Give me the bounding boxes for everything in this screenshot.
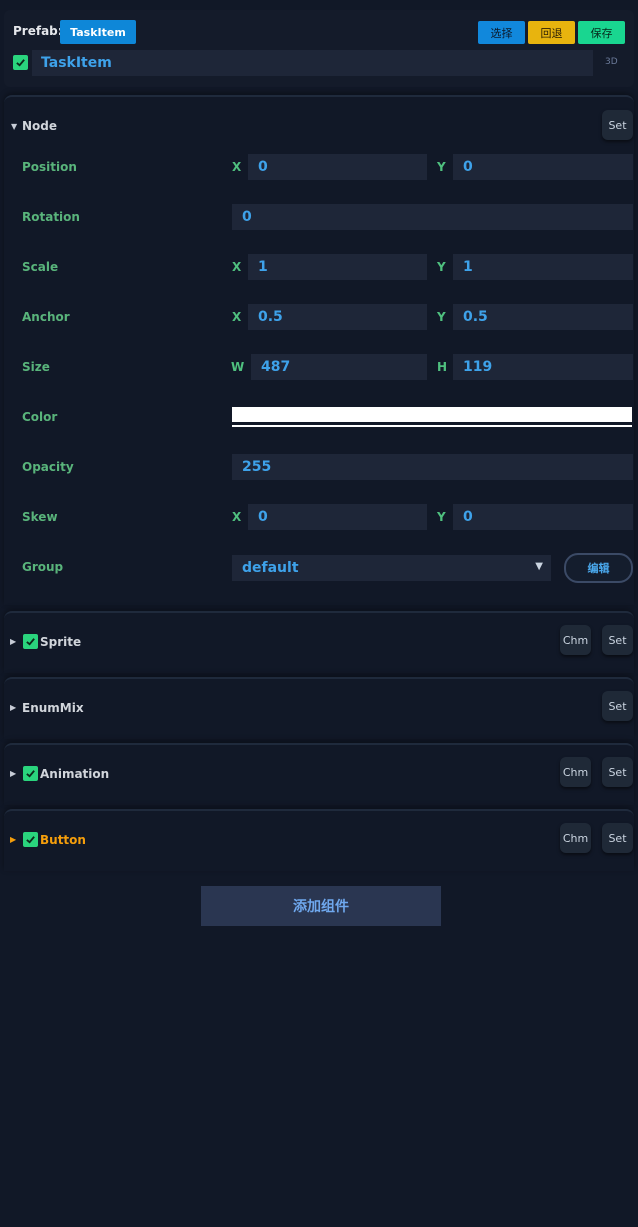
- size-w-input[interactable]: 487: [251, 354, 427, 380]
- size-h-input[interactable]: 119: [453, 354, 633, 380]
- size-h-axis: H: [437, 360, 448, 374]
- scale-x-input[interactable]: 1: [248, 254, 427, 280]
- anchor-x-axis: X: [232, 310, 242, 324]
- collapse-triangle-icon[interactable]: ▼: [11, 122, 17, 131]
- skew-y-input[interactable]: 0: [453, 504, 633, 530]
- scale-x-axis: X: [232, 260, 242, 274]
- opacity-input[interactable]: 255: [232, 454, 633, 480]
- scale-label: Scale: [22, 260, 59, 274]
- skew-y-axis: Y: [437, 510, 446, 524]
- enummix-set-button[interactable]: Set: [602, 691, 633, 721]
- anchor-y-input[interactable]: 0.5: [453, 304, 633, 330]
- enummix-title: EnumMix: [22, 701, 84, 715]
- animation-enabled-checkbox[interactable]: [23, 766, 38, 781]
- button-set-button[interactable]: Set: [602, 823, 633, 853]
- checkmark-icon: [26, 836, 35, 844]
- node-active-checkbox[interactable]: [13, 55, 28, 70]
- color-swatch[interactable]: [232, 407, 632, 422]
- checkmark-icon: [16, 59, 25, 67]
- size-w-axis: W: [231, 360, 245, 374]
- add-component-button[interactable]: 添加组件: [201, 886, 441, 926]
- component-panel-animation: ▶ Animation Chm Set: [4, 743, 634, 805]
- node-name-input[interactable]: TaskItem: [32, 50, 593, 76]
- prefab-header: Prefab: TaskItem 选择 回退 保存 TaskItem 3D: [4, 10, 634, 87]
- skew-label: Skew: [22, 510, 58, 524]
- color-label: Color: [22, 410, 58, 424]
- expand-triangle-icon[interactable]: ▶: [10, 703, 16, 712]
- rotation-label: Rotation: [22, 210, 80, 224]
- button-component-title: Button: [40, 833, 86, 847]
- prefab-label: Prefab:: [13, 24, 63, 38]
- sprite-chm-button[interactable]: Chm: [560, 625, 591, 655]
- group-edit-button[interactable]: 编辑: [564, 553, 633, 583]
- node-panel: ▼ Node Set Position X 0 Y 0 Rotation 0 S…: [4, 95, 634, 605]
- position-y-input[interactable]: 0: [453, 154, 633, 180]
- color-alpha-bar: [232, 425, 632, 427]
- node-set-button[interactable]: Set: [602, 110, 633, 140]
- expand-triangle-icon[interactable]: ▶: [10, 637, 16, 646]
- button-chm-button[interactable]: Chm: [560, 823, 591, 853]
- scale-y-axis: Y: [437, 260, 446, 274]
- revert-button[interactable]: 回退: [528, 21, 575, 44]
- sprite-title: Sprite: [40, 635, 82, 649]
- size-label: Size: [22, 360, 50, 374]
- component-panel-button: ▶ Button Chm Set: [4, 809, 634, 871]
- expand-triangle-icon[interactable]: ▶: [10, 769, 16, 778]
- rotation-input[interactable]: 0: [232, 204, 633, 230]
- component-panel-sprite: ▶ Sprite Chm Set: [4, 611, 634, 673]
- anchor-x-input[interactable]: 0.5: [248, 304, 427, 330]
- anchor-y-axis: Y: [437, 310, 446, 324]
- select-button[interactable]: 选择: [478, 21, 525, 44]
- node-panel-title: Node: [22, 119, 58, 133]
- dropdown-arrow-icon: ▼: [535, 561, 543, 572]
- group-label: Group: [22, 560, 64, 574]
- animation-set-button[interactable]: Set: [602, 757, 633, 787]
- checkmark-icon: [26, 638, 35, 646]
- sprite-set-button[interactable]: Set: [602, 625, 633, 655]
- sprite-enabled-checkbox[interactable]: [23, 634, 38, 649]
- checkmark-icon: [26, 770, 35, 778]
- position-y-axis: Y: [437, 160, 446, 174]
- anchor-label: Anchor: [22, 310, 70, 324]
- component-panel-enummix: ▶ EnumMix Set: [4, 677, 634, 739]
- group-select[interactable]: default ▼: [232, 555, 551, 581]
- animation-chm-button[interactable]: Chm: [560, 757, 591, 787]
- animation-title: Animation: [40, 767, 110, 781]
- save-button[interactable]: 保存: [578, 21, 625, 44]
- position-x-axis: X: [232, 160, 242, 174]
- skew-x-input[interactable]: 0: [248, 504, 427, 530]
- position-label: Position: [22, 160, 77, 174]
- prefab-name-tag[interactable]: TaskItem: [60, 20, 136, 44]
- position-x-input[interactable]: 0: [248, 154, 427, 180]
- 3d-toggle[interactable]: 3D: [605, 57, 618, 67]
- scale-y-input[interactable]: 1: [453, 254, 633, 280]
- expand-triangle-icon[interactable]: ▶: [10, 835, 16, 844]
- group-select-value: default: [242, 560, 299, 576]
- opacity-label: Opacity: [22, 460, 74, 474]
- button-enabled-checkbox[interactable]: [23, 832, 38, 847]
- skew-x-axis: X: [232, 510, 242, 524]
